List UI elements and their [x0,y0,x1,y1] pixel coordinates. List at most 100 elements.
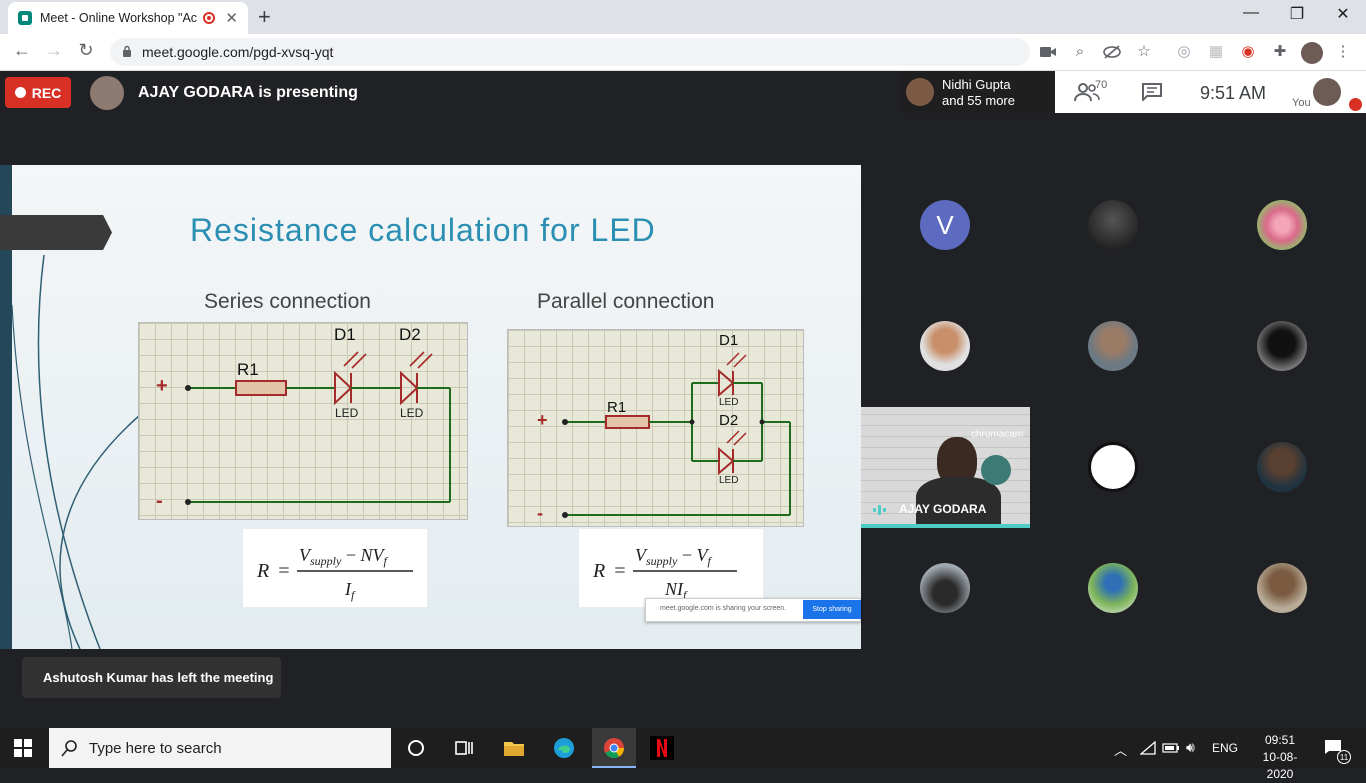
fan-decor [981,455,1011,485]
clock-time: 09:51 [1264,733,1296,747]
series-d2-label: D2 [399,325,421,344]
url-text[interactable]: meet.google.com/pgd-xvsq-yqt [142,44,333,60]
search-placeholder: Type here to search [89,739,222,757]
search-icon [61,740,77,757]
battery-icon[interactable] [1162,742,1180,754]
participant-avatar [906,78,934,106]
active-speaker-bar [861,524,1030,528]
close-window-button[interactable]: ✕ [1320,4,1366,24]
bookmark-star-icon[interactable]: ☆ [1134,42,1154,62]
parallel-led2-label: LED [719,475,739,486]
system-clock[interactable]: 09:51 10-08-2020 [1250,732,1310,783]
parallel-plus-terminal: + [537,410,548,430]
svg-text:R: R [256,560,269,582]
parallel-led1-label: LED [719,397,739,408]
presenting-label: AJAY GODARA is presenting [138,84,358,101]
series-plus-terminal: + [156,375,168,397]
zoom-icon[interactable]: ⌕ [1070,42,1090,62]
participant-avatar-v[interactable]: V [920,200,970,250]
parallel-d2-label: D2 [719,412,739,429]
parallel-circuit-diagram [562,352,791,518]
extension-grid-icon[interactable]: ▦ [1206,42,1226,62]
participant-avatar[interactable] [1257,563,1307,613]
volume-icon[interactable]: 🔊︎ [1186,739,1195,756]
you-label: You [1292,97,1311,109]
record-dot-icon [14,87,26,98]
parallel-minus-terminal: - [537,503,543,523]
presenter-tile-name: AJAY GODARA [899,502,987,516]
tray-chevron-icon[interactable]: ︿ [1114,740,1127,759]
participant-avatar[interactable] [1088,442,1138,492]
participant-avatar[interactable] [1257,442,1307,492]
recording-indicator-icon [203,12,216,24]
summary-line-2: and 55 more [942,93,1015,108]
presenter-body [916,477,1001,524]
svg-text:Vsupply − NVf: Vsupply − NVf [299,545,389,568]
windows-start-icon[interactable] [14,739,32,757]
participant-avatar[interactable] [1088,563,1138,613]
lock-icon[interactable] [122,45,132,57]
netflix-icon[interactable] [650,736,674,760]
svg-text:=: = [277,560,291,582]
stop-sharing-button[interactable]: Stop sharing [803,600,861,619]
self-avatar[interactable] [1313,78,1341,106]
audio-level-icon [873,505,886,515]
new-tab-button[interactable]: + [258,4,271,30]
mic-muted-icon [1349,98,1362,111]
restore-button[interactable]: ❐ [1274,4,1320,24]
share-notice-text: meet.google.com is sharing your screen. [660,605,787,612]
parallel-heading: Parallel connection [537,290,715,313]
recording-badge[interactable]: REC [5,77,71,108]
parallel-r1-label: R1 [607,399,627,416]
svg-text:=: = [613,560,627,582]
network-icon[interactable] [1140,741,1156,755]
series-led1-label: LED [335,406,359,420]
meet-favicon-icon [18,11,32,25]
close-tab-icon[interactable]: ✕ [225,9,238,27]
notification-count-badge: 11 [1337,750,1351,764]
svg-text:Vsupply − Vf: Vsupply − Vf [635,545,713,568]
task-view-icon[interactable] [452,736,476,760]
extensions-puzzle-icon[interactable]: ✚ [1270,42,1290,62]
presenter-avatar [90,76,124,110]
slide-title: Resistance calculation for LED [190,212,656,248]
participant-avatar[interactable] [1088,200,1138,250]
series-led2-label: LED [400,406,424,420]
series-circuit-diagram [185,351,451,505]
left-meeting-toast: Ashutosh Kumar has left the meeting [22,657,281,698]
profile-avatar[interactable] [1301,42,1323,64]
parallel-formula: R = Vsupply − Vf NIf [579,529,763,607]
extension-badge-icon[interactable]: ◉ [1238,42,1258,62]
participant-avatar[interactable] [920,321,970,371]
tracking-off-icon[interactable] [1103,45,1121,59]
chromacam-watermark: chromacam [971,429,1024,440]
series-minus-terminal: - [156,490,163,512]
reload-icon[interactable]: ↻ [74,40,98,61]
file-explorer-icon[interactable] [502,736,526,760]
series-d1-label: D1 [334,325,356,344]
language-indicator[interactable]: ENG [1212,741,1238,755]
cortana-icon[interactable] [404,736,428,760]
browser-tab[interactable]: Meet - Online Workshop "Ac ✕ [8,2,248,34]
back-icon[interactable]: ← [10,40,34,61]
rec-label: REC [31,84,62,101]
clock-date: 10-08-2020 [1262,750,1298,781]
svg-text:If: If [344,579,356,602]
series-r1-label: R1 [237,360,259,379]
participant-avatar[interactable] [1257,321,1307,371]
menu-kebab-icon[interactable]: ⋮ [1333,42,1353,62]
participant-avatar[interactable] [920,563,970,613]
participant-avatar[interactable] [1257,200,1307,250]
minimize-button[interactable]: — [1228,4,1274,22]
chrome-icon[interactable] [602,736,626,760]
camera-icon[interactable] [1040,46,1056,58]
parallel-d1-label: D1 [719,332,739,349]
chat-icon[interactable] [1142,83,1162,101]
edge-browser-icon[interactable] [552,736,576,760]
taskbar-search-box[interactable]: Type here to search [49,728,391,768]
participant-avatar[interactable] [1088,321,1138,371]
extension-compass-icon[interactable]: ◎ [1174,42,1194,62]
svg-text:R: R [592,560,605,582]
series-formula: R = Vsupply − NVf If [243,529,427,607]
forward-icon[interactable]: → [42,40,66,61]
